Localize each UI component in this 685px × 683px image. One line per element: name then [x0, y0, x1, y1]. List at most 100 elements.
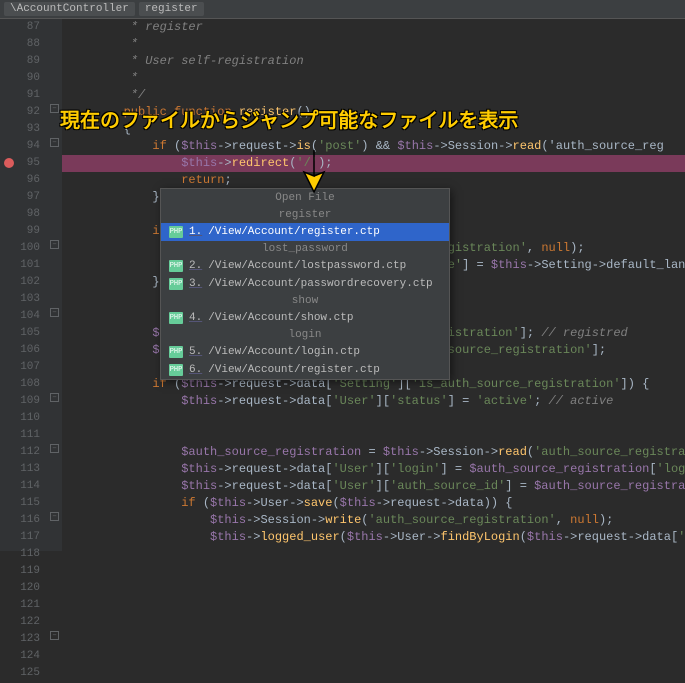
line-number[interactable]: 112: [0, 444, 40, 461]
line-number[interactable]: 120: [0, 580, 40, 597]
code-line[interactable]: $auth_source_registration = $this->Sessi…: [62, 444, 685, 461]
file-icon: PHP: [169, 278, 183, 290]
code-line[interactable]: [62, 410, 685, 427]
code-line[interactable]: $this->request->data['User']['status'] =…: [62, 393, 685, 410]
code-line[interactable]: if ($this->User->save($this->request->da…: [62, 495, 685, 512]
popup-section-header: show: [161, 293, 449, 309]
code-line[interactable]: $this->request->data['User']['login'] = …: [62, 461, 685, 478]
line-number[interactable]: 105: [0, 325, 40, 342]
open-file-popup[interactable]: Open File registerPHP1. /View/Account/re…: [160, 188, 450, 380]
popup-item-path: /View/Account/show.ctp: [208, 312, 353, 324]
popup-item[interactable]: PHP 2. /View/Account/lostpassword.ctp: [161, 257, 449, 275]
popup-item-num: 2.: [189, 260, 202, 272]
line-number[interactable]: 98: [0, 206, 40, 223]
popup-item-path: /View/Account/register.ctp: [208, 226, 380, 238]
popup-item[interactable]: PHP 3. /View/Account/passwordrecovery.ctp: [161, 275, 449, 293]
popup-item-num: 5.: [189, 346, 202, 358]
line-number[interactable]: 124: [0, 648, 40, 665]
fold-icon[interactable]: –: [50, 138, 59, 147]
line-number[interactable]: 116: [0, 512, 40, 529]
popup-item[interactable]: PHP 5. /View/Account/login.ctp: [161, 343, 449, 361]
popup-item-num: 3.: [189, 278, 202, 290]
code-line[interactable]: *: [62, 36, 685, 53]
line-number[interactable]: 119: [0, 563, 40, 580]
code-line[interactable]: */: [62, 87, 685, 104]
line-number[interactable]: 106: [0, 342, 40, 359]
file-icon: PHP: [169, 260, 183, 272]
code-line[interactable]: $this->Session->write('auth_source_regis…: [62, 512, 685, 529]
line-number[interactable]: 101: [0, 257, 40, 274]
fold-icon[interactable]: –: [50, 104, 59, 113]
file-icon: PHP: [169, 312, 183, 324]
line-number[interactable]: 102: [0, 274, 40, 291]
code-line[interactable]: return;: [62, 172, 685, 189]
line-number[interactable]: 92: [0, 104, 40, 121]
fold-area[interactable]: ––––––––: [48, 19, 62, 551]
line-number[interactable]: 96: [0, 172, 40, 189]
file-icon: PHP: [169, 346, 183, 358]
line-number[interactable]: 109: [0, 393, 40, 410]
line-number[interactable]: 90: [0, 70, 40, 87]
line-number[interactable]: 115: [0, 495, 40, 512]
fold-icon[interactable]: –: [50, 308, 59, 317]
line-number[interactable]: 93: [0, 121, 40, 138]
popup-item-num: 4.: [189, 312, 202, 324]
line-number[interactable]: 104: [0, 308, 40, 325]
code-line[interactable]: $this->logged_user($this->User->findByLo…: [62, 529, 685, 546]
code-line[interactable]: [62, 546, 685, 551]
line-number[interactable]: 95: [0, 155, 40, 172]
code-line[interactable]: $this->redirect('/');: [62, 155, 685, 172]
popup-item-num: 1.: [189, 226, 202, 238]
fold-icon[interactable]: –: [50, 240, 59, 249]
line-number[interactable]: 111: [0, 427, 40, 444]
line-number[interactable]: 121: [0, 597, 40, 614]
line-number[interactable]: 87: [0, 19, 40, 36]
fold-icon[interactable]: –: [50, 512, 59, 521]
popup-item-path: /View/Account/lostpassword.ctp: [208, 260, 406, 272]
popup-item-num: 6.: [189, 364, 202, 376]
line-number[interactable]: 110: [0, 410, 40, 427]
line-number[interactable]: 123: [0, 631, 40, 648]
file-icon: PHP: [169, 226, 183, 238]
popup-section-header: lost_password: [161, 241, 449, 257]
popup-section-header: login: [161, 327, 449, 343]
line-number[interactable]: 122: [0, 614, 40, 631]
line-number[interactable]: 91: [0, 87, 40, 104]
popup-item[interactable]: PHP 1. /View/Account/register.ctp: [161, 223, 449, 241]
line-number[interactable]: 113: [0, 461, 40, 478]
line-number[interactable]: 88: [0, 36, 40, 53]
breadcrumb-controller[interactable]: \AccountController: [4, 2, 135, 16]
line-number[interactable]: 117: [0, 529, 40, 546]
code-line[interactable]: {: [62, 121, 685, 138]
breadcrumb-method[interactable]: register: [139, 2, 204, 16]
fold-icon[interactable]: –: [50, 393, 59, 402]
gutter[interactable]: 8788899091929394959697989910010110210310…: [0, 19, 48, 551]
line-number[interactable]: 103: [0, 291, 40, 308]
line-number[interactable]: 107: [0, 359, 40, 376]
line-number[interactable]: 100: [0, 240, 40, 257]
line-number[interactable]: 125: [0, 665, 40, 682]
code-line[interactable]: * User self-registration: [62, 53, 685, 70]
line-number[interactable]: 97: [0, 189, 40, 206]
popup-item[interactable]: PHP 4. /View/Account/show.ctp: [161, 309, 449, 327]
code-line[interactable]: [62, 427, 685, 444]
line-number[interactable]: 114: [0, 478, 40, 495]
code-line[interactable]: $this->request->data['User']['auth_sourc…: [62, 478, 685, 495]
code-line[interactable]: *: [62, 70, 685, 87]
popup-item-path: /View/Account/register.ctp: [208, 364, 380, 376]
line-number[interactable]: 89: [0, 53, 40, 70]
code-line[interactable]: if ($this->request->is('post') && $this-…: [62, 138, 685, 155]
code-line[interactable]: public function register(): [62, 104, 685, 121]
line-number[interactable]: 99: [0, 223, 40, 240]
fold-icon[interactable]: –: [50, 631, 59, 640]
popup-item-path: /View/Account/passwordrecovery.ctp: [208, 278, 432, 290]
line-number[interactable]: 118: [0, 546, 40, 563]
breakpoint-icon[interactable]: [4, 158, 14, 168]
popup-item-path: /View/Account/login.ctp: [208, 346, 360, 358]
line-number[interactable]: 108: [0, 376, 40, 393]
popup-item[interactable]: PHP6. /View/Account/register.ctp: [161, 361, 449, 379]
line-number[interactable]: 94: [0, 138, 40, 155]
breadcrumb: \AccountController register: [0, 0, 685, 19]
fold-icon[interactable]: –: [50, 444, 59, 453]
code-line[interactable]: * register: [62, 19, 685, 36]
